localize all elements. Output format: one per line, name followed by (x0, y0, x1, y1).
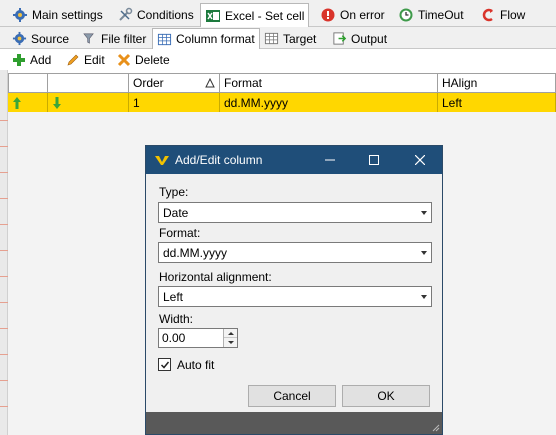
header-up (8, 73, 48, 93)
header-order-label: Order (133, 76, 164, 90)
add-button[interactable]: Add (12, 51, 51, 69)
tab-on-error[interactable]: On error (316, 3, 389, 27)
tab-label: Source (31, 31, 70, 46)
halign-select[interactable]: Left (158, 286, 432, 307)
sub-tab-bar: Source File filter Column format Target … (0, 27, 556, 49)
halign-label: Horizontal alignment: (159, 270, 272, 284)
tab-label: Target (283, 31, 317, 46)
pencil-icon (66, 53, 80, 67)
tab-output[interactable]: Output (328, 28, 391, 49)
flow-icon (480, 7, 496, 23)
dialog-title: Add/Edit column (175, 153, 263, 167)
header-halign-label: HAlign (442, 76, 478, 90)
clock-icon (398, 7, 414, 23)
move-up-cell[interactable] (8, 93, 48, 112)
delete-label: Delete (135, 53, 170, 67)
app-logo-icon (154, 153, 170, 167)
spinner-up-icon[interactable] (224, 329, 237, 338)
tools-icon (117, 7, 133, 23)
chevron-down-icon (421, 251, 427, 255)
delete-button[interactable]: Delete (117, 51, 170, 69)
type-select[interactable]: Date (158, 202, 432, 223)
tab-file-filter[interactable]: File filter (78, 28, 150, 49)
minimize-icon[interactable] (320, 150, 340, 170)
tab-label: File filter (101, 31, 147, 46)
tab-main-settings[interactable]: Main settings (8, 3, 107, 27)
format-label: Format: (159, 226, 201, 240)
tab-label: Main settings (32, 8, 103, 22)
header-halign[interactable]: HAlign (438, 73, 556, 93)
ok-label: OK (377, 389, 395, 403)
row-halign-value: Left (442, 95, 463, 110)
width-label: Width: (159, 312, 194, 326)
tab-source[interactable]: Source (8, 28, 73, 49)
main-tab-bar: Main settings Conditions Excel - Set cel… (0, 0, 556, 27)
arrow-down-icon[interactable] (52, 96, 62, 110)
cancel-button[interactable]: Cancel (248, 385, 336, 407)
cancel-label: Cancel (273, 389, 311, 403)
close-icon[interactable] (410, 150, 430, 170)
left-strip (0, 70, 8, 435)
width-spinner[interactable]: 0.00 (158, 328, 238, 348)
error-icon (320, 7, 336, 23)
chevron-down-icon (421, 295, 427, 299)
arrow-up-icon[interactable] (12, 96, 22, 110)
tab-label: Excel - Set cell (225, 8, 305, 23)
checkmark-icon (160, 361, 169, 369)
width-value: 0.00 (162, 331, 186, 345)
maximize-icon[interactable] (364, 150, 384, 170)
tab-label: Output (351, 31, 388, 46)
toolbar: Add Edit Delete (0, 49, 556, 70)
chevron-down-icon (421, 211, 427, 215)
tab-label: Conditions (137, 8, 194, 22)
output-icon (332, 31, 347, 46)
filter-icon (82, 31, 97, 46)
header-order[interactable]: Order (129, 73, 220, 93)
dialog-title-bar[interactable]: Add/Edit column (146, 146, 442, 174)
tab-excel-set-cell[interactable]: Excel - Set cell (200, 3, 310, 27)
autofit-checkbox[interactable] (158, 358, 171, 371)
add-label: Add (30, 53, 52, 67)
row-format-cell[interactable]: dd.MM.yyyy (220, 93, 438, 112)
table-icon (264, 31, 279, 46)
tab-conditions[interactable]: Conditions (113, 3, 198, 27)
tab-target[interactable]: Target (260, 28, 320, 49)
tab-label: On error (340, 8, 385, 22)
table-icon (157, 32, 172, 47)
format-select[interactable]: dd.MM.yyyy (158, 242, 432, 263)
row-format-value: dd.MM.yyyy (224, 95, 289, 110)
halign-value: Left (163, 289, 184, 304)
sort-ascending-icon (205, 78, 215, 88)
delete-icon (117, 53, 131, 67)
edit-button[interactable]: Edit (66, 51, 105, 69)
row-order-value: 1 (133, 95, 140, 110)
plus-icon (12, 53, 26, 67)
tab-timeout[interactable]: TimeOut (394, 3, 468, 27)
type-value: Date (163, 205, 189, 220)
header-format[interactable]: Format (220, 73, 438, 93)
spinner-buttons (223, 329, 237, 347)
tab-flow[interactable]: Flow (476, 3, 529, 27)
gear-icon (12, 31, 27, 46)
header-format-label: Format (224, 76, 263, 90)
edit-label: Edit (84, 53, 105, 67)
tab-label: Flow (500, 8, 526, 22)
gear-icon (12, 7, 28, 23)
format-value: dd.MM.yyyy (163, 245, 228, 260)
autofit-label[interactable]: Auto fit (177, 358, 214, 372)
row-halign-cell[interactable]: Left (438, 93, 556, 112)
dialog-status-strip (146, 412, 442, 434)
row-order-cell[interactable]: 1 (129, 93, 220, 112)
resize-grip-icon[interactable] (430, 422, 440, 432)
header-down (48, 73, 129, 93)
type-label: Type: (159, 185, 189, 199)
tab-column-format[interactable]: Column format (152, 28, 260, 49)
add-edit-column-dialog: Add/Edit column Type: Date Format: dd.MM… (145, 145, 443, 435)
tab-label: TimeOut (418, 8, 464, 22)
excel-icon (205, 8, 221, 24)
move-down-cell[interactable] (48, 93, 129, 112)
ok-button[interactable]: OK (342, 385, 430, 407)
spinner-down-icon[interactable] (224, 338, 237, 347)
tab-label: Column format (176, 32, 255, 46)
